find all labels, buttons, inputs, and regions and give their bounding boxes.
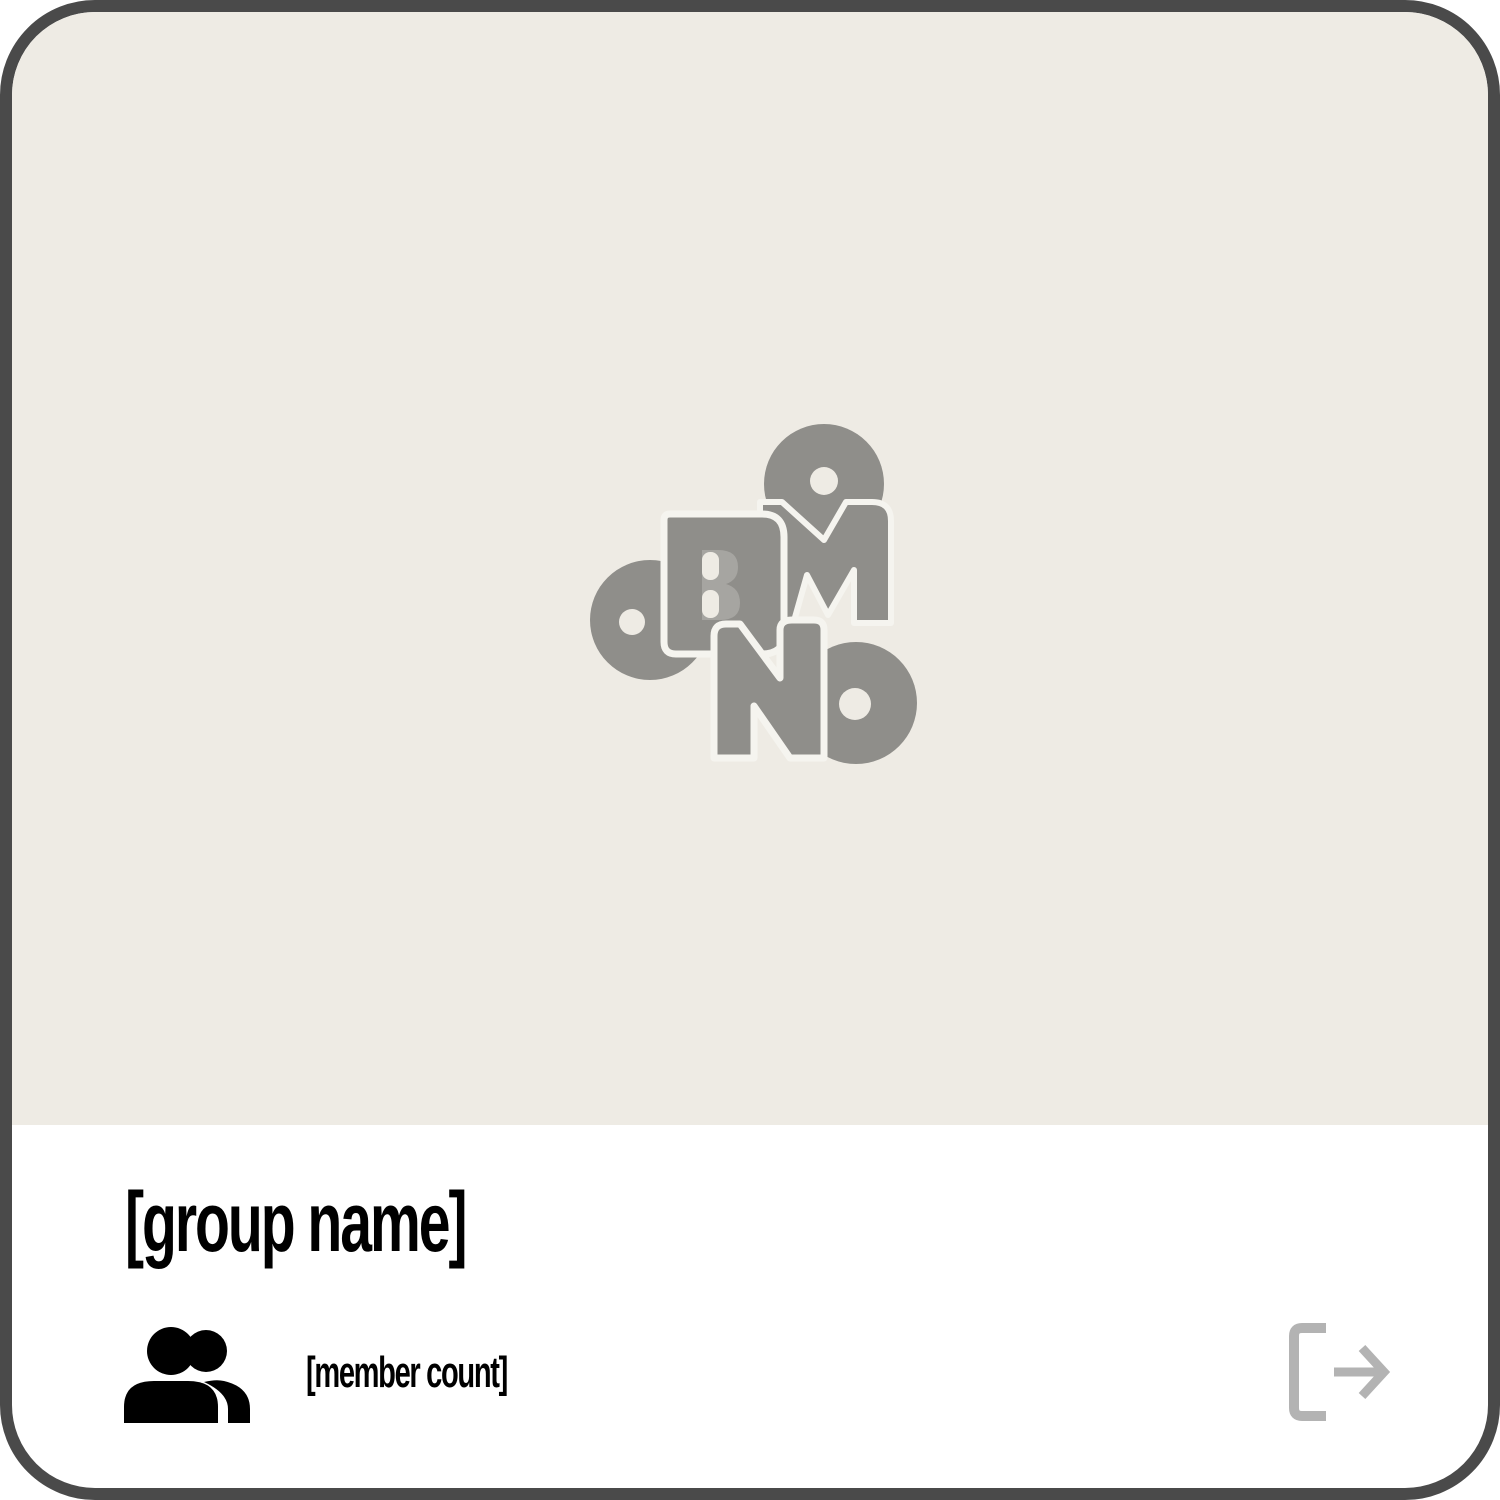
people-icon — [124, 1327, 250, 1423]
leave-group-button[interactable] — [1288, 1322, 1392, 1422]
member-count: [member count] — [306, 1348, 508, 1397]
group-cover-image — [12, 12, 1488, 1125]
members-row: [member count] — [124, 1327, 1424, 1423]
group-logo — [578, 410, 918, 766]
group-name: [group name] — [125, 1175, 467, 1269]
group-card[interactable]: [group name] [member count] — [0, 0, 1500, 1500]
exit-icon — [1289, 1323, 1391, 1421]
